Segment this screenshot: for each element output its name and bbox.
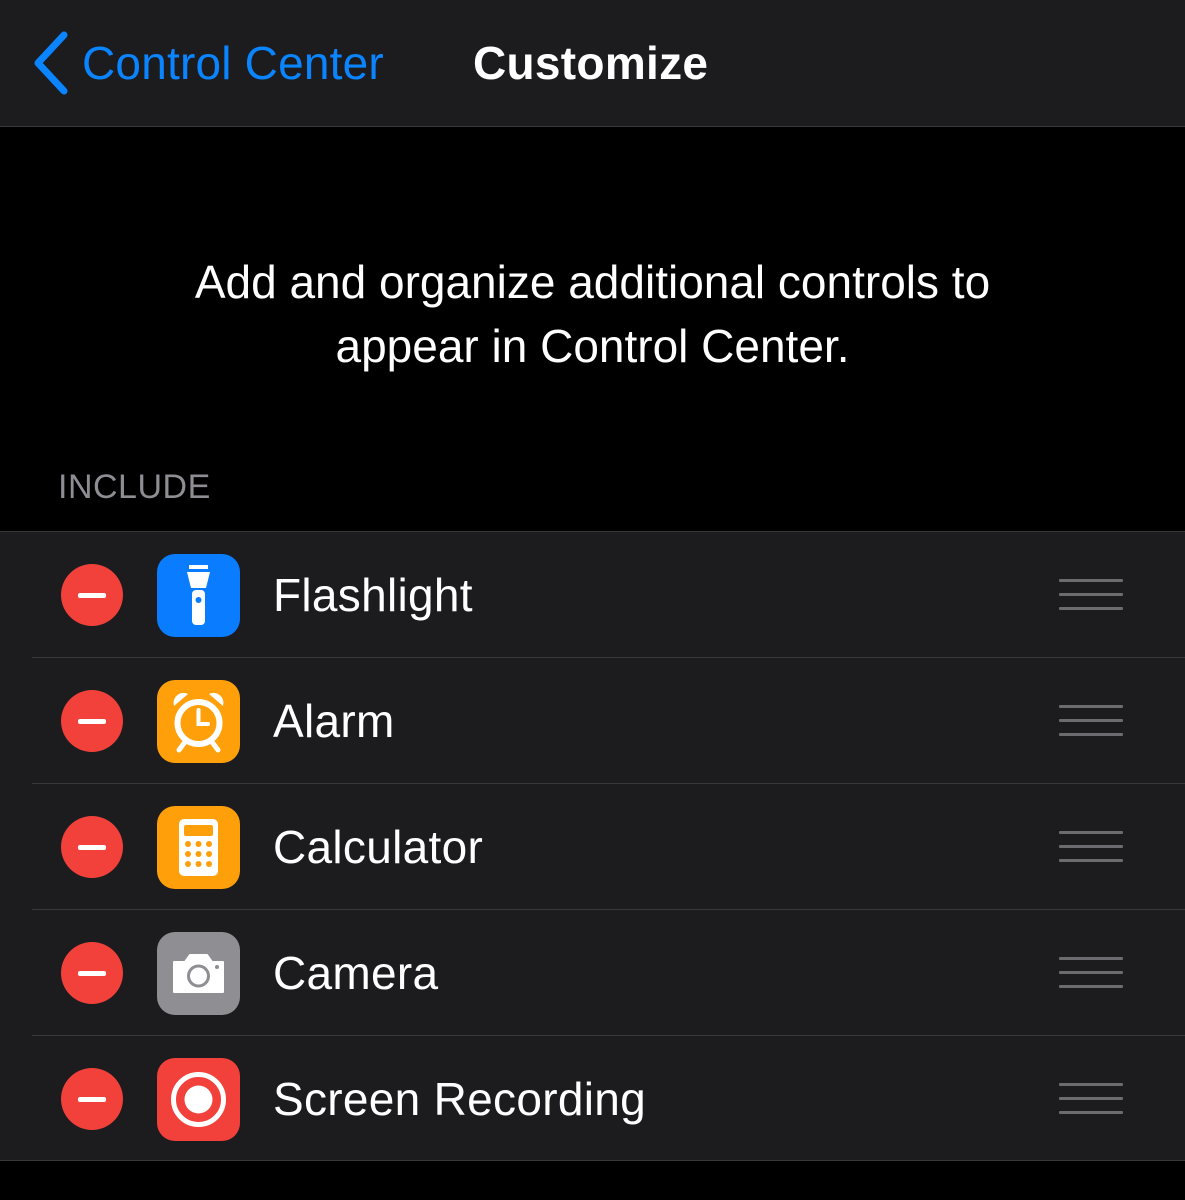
reorder-handle[interactable] <box>1059 703 1123 739</box>
calculator-icon <box>157 806 240 889</box>
item-label: Screen Recording <box>273 1073 647 1125</box>
item-label: Camera <box>273 947 439 999</box>
chevron-left-icon <box>34 31 68 95</box>
list-item: Screen Recording <box>0 1036 1185 1162</box>
back-button-label[interactable]: Control Center <box>82 36 384 90</box>
description-text: Add and organize additional controls to … <box>194 256 991 372</box>
remove-button[interactable] <box>61 690 123 752</box>
list-item: Alarm <box>0 658 1185 784</box>
reorder-handle[interactable] <box>1059 577 1123 613</box>
reorder-handle[interactable] <box>1059 829 1123 865</box>
camera-icon <box>157 932 240 1015</box>
back-button[interactable]: Control Center <box>30 28 384 98</box>
item-label: Calculator <box>273 821 484 873</box>
section-header-include: INCLUDE <box>58 468 211 506</box>
included-controls-list: Flashlight Alarm Calculator Camera Scree… <box>0 531 1185 1161</box>
reorder-handle[interactable] <box>1059 1081 1123 1117</box>
reorder-handle[interactable] <box>1059 955 1123 991</box>
page-title: Customize <box>473 37 709 89</box>
flashlight-icon <box>157 554 240 637</box>
remove-button[interactable] <box>61 564 123 626</box>
remove-button[interactable] <box>61 1068 123 1130</box>
remove-button[interactable] <box>61 816 123 878</box>
list-item: Calculator <box>0 784 1185 910</box>
list-item: Flashlight <box>0 532 1185 658</box>
item-label: Flashlight <box>273 569 473 621</box>
navigation-bar: Control Center Customize <box>0 0 1185 127</box>
remove-button[interactable] <box>61 942 123 1004</box>
screen-recording-icon <box>157 1058 240 1141</box>
list-item: Camera <box>0 910 1185 1036</box>
item-label: Alarm <box>273 695 395 747</box>
alarm-icon <box>157 680 240 763</box>
